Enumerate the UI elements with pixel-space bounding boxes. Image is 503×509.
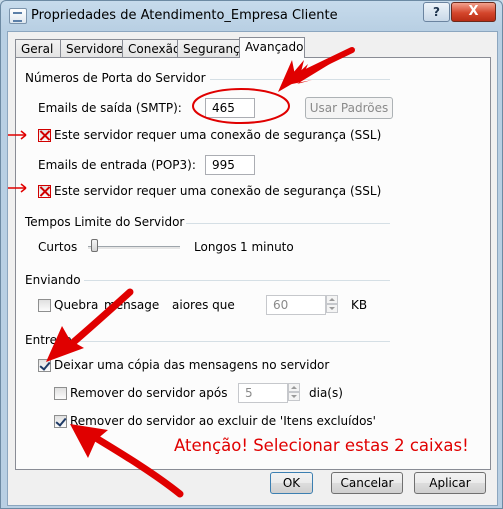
tab-geral[interactable]: Geral	[15, 39, 61, 57]
tab-conexao[interactable]: Conexão	[122, 39, 180, 57]
dialog-window: Propriedades de Atendimento_Empresa Clie…	[0, 0, 503, 509]
use-defaults-button[interactable]: Usar Padrões	[305, 97, 393, 119]
break-size-spin-up[interactable]	[326, 295, 338, 304]
apply-button[interactable]: Aplicar	[414, 472, 486, 494]
remove-after-unit: dia(s)	[309, 386, 343, 400]
pop3-label: Emails de entrada (POP3):	[38, 158, 196, 172]
close-button[interactable]: X	[451, 2, 496, 22]
pop3-ssl-label: Este servidor requer uma conexão de segu…	[54, 184, 382, 198]
smtp-ssl-checkbox[interactable]	[38, 129, 51, 142]
leave-copy-checkbox[interactable]	[38, 359, 51, 372]
delivery-group-title: Entrega	[25, 333, 72, 347]
timeout-short-label: Curtos	[38, 240, 78, 254]
timeouts-group-title: Tempos Limite do Servidor	[25, 215, 185, 229]
break-size-input[interactable]: 60	[266, 295, 326, 315]
pop3-ssl-checkbox[interactable]	[38, 185, 51, 198]
tab-seguranca[interactable]: Segurança	[177, 39, 247, 57]
remove-after-checkbox[interactable]	[54, 387, 67, 400]
remove-after-spin-down[interactable]	[288, 392, 300, 401]
help-button[interactable]: ?	[423, 2, 450, 22]
timeout-value: 1 minuto	[240, 240, 294, 254]
remove-on-delete-label: Remover do servidor ao excluir de 'Itens…	[70, 414, 376, 428]
window-title: Propriedades de Atendimento_Empresa Clie…	[31, 8, 338, 23]
remove-on-delete-checkbox[interactable]	[54, 415, 67, 428]
break-messages-label-part3: aiores que	[172, 298, 235, 312]
timeouts-group-divider	[186, 223, 390, 224]
advanced-tab-panel: Números de Porta do Servidor Emails de s…	[15, 57, 491, 470]
mail-account-icon	[9, 8, 27, 24]
ports-group-divider	[210, 79, 390, 80]
annotation-note: Atenção! Selecionar estas 2 caixas!	[174, 436, 469, 455]
break-messages-label-part1: Quebra	[54, 298, 99, 312]
break-size-spin-down[interactable]	[326, 304, 338, 313]
remove-after-spin-up[interactable]	[288, 383, 300, 392]
sending-group-title: Enviando	[25, 273, 81, 287]
dialog-client-area: Geral Servidores Conexão Segurança Avanç…	[7, 31, 498, 506]
smtp-port-input[interactable]: 465	[205, 98, 255, 118]
ports-group-title: Números de Porta do Servidor	[25, 71, 206, 85]
sending-group-divider	[84, 280, 390, 281]
title-bar[interactable]: Propriedades de Atendimento_Empresa Clie…	[1, 1, 502, 31]
timeout-slider-thumb[interactable]	[91, 239, 98, 252]
tab-servidores[interactable]: Servidores	[60, 39, 130, 57]
remove-after-label: Remover do servidor após	[70, 386, 228, 400]
break-messages-label-part2: mensage	[104, 298, 160, 312]
timeout-slider-track[interactable]	[88, 246, 180, 250]
delivery-group-divider	[76, 341, 390, 342]
pop3-port-input[interactable]: 995	[205, 155, 255, 175]
remove-after-days-input[interactable]: 5	[238, 383, 288, 403]
cancel-button[interactable]: Cancelar	[331, 472, 403, 494]
ok-button[interactable]: OK	[270, 472, 313, 494]
leave-copy-label: Deixar uma cópia das mensagens no servid…	[54, 358, 330, 372]
smtp-label: Emails de saída (SMTP):	[38, 101, 182, 115]
tab-avancado[interactable]: Avançado	[239, 37, 305, 58]
break-size-unit: KB	[351, 298, 368, 312]
timeout-long-label: Longos	[194, 240, 237, 254]
break-messages-checkbox[interactable]	[38, 299, 51, 312]
smtp-ssl-label: Este servidor requer uma conexão de segu…	[54, 128, 382, 142]
